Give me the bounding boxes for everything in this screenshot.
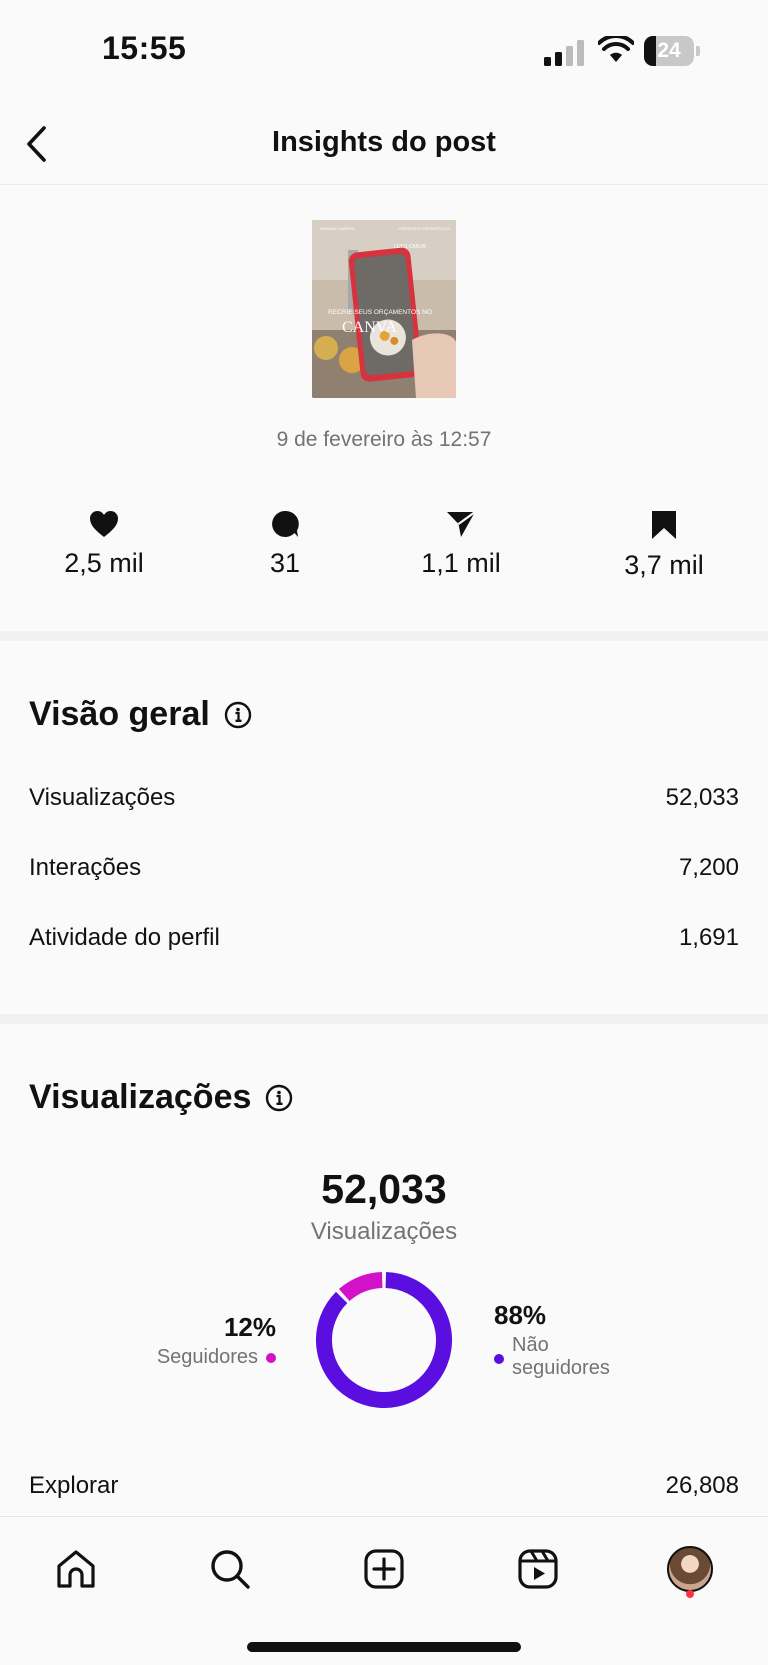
create-icon (364, 1549, 404, 1589)
section-separator (0, 631, 768, 641)
views-donut-chart (316, 1272, 452, 1408)
row-value: 7,200 (678, 854, 739, 881)
section-separator (0, 1014, 768, 1024)
thumb-category: CONTEÚDO ESTRATÉGICO (398, 226, 450, 231)
row-label: Explorar (29, 1472, 119, 1499)
row-value: 26,808 (665, 1472, 739, 1499)
home-indicator (247, 1642, 521, 1652)
overview-row-profile-activity[interactable]: Atividade do perfil 1,691 (29, 924, 739, 952)
overview-row-views[interactable]: Visualizações 52,033 (29, 784, 739, 812)
row-value: 52,033 (665, 784, 739, 811)
saves-count: 3,7 mil (624, 550, 704, 580)
row-label: Interações (29, 854, 142, 881)
nonfollowers-color-dot (494, 1354, 504, 1364)
total-views-label: Visualizações (310, 1218, 458, 1245)
tab-search[interactable] (200, 1539, 260, 1599)
views-source-row-explore[interactable]: Explorar 26,808 (29, 1472, 739, 1500)
stat-shares: 1,1 mil (386, 510, 536, 579)
post-thumbnail[interactable]: ANNICIA CAMPOS CONTEÚDO ESTRATÉGICO LET'… (312, 220, 456, 398)
thumb-headline: RECRIE SEUS ORÇAMENTOS NO (328, 309, 432, 316)
stat-saves: 3,7 mil (589, 510, 739, 581)
heart-icon (90, 511, 118, 537)
thumb-author: ANNICIA CAMPOS (320, 226, 355, 231)
info-icon[interactable] (265, 1084, 293, 1112)
share-icon (447, 511, 476, 537)
views-title: Visualizações (29, 1078, 252, 1116)
cellular-signal-icon (544, 40, 584, 66)
nonfollowers-label-line1: Não (512, 1334, 549, 1356)
info-icon[interactable] (224, 701, 252, 729)
bookmark-icon (652, 511, 676, 539)
nonfollowers-legend: Não seguidores (494, 1334, 610, 1380)
status-time: 15:55 (102, 30, 187, 66)
nonfollowers-label-line2: seguidores (512, 1357, 610, 1379)
header-divider (0, 184, 768, 185)
page-title: Insights do post (272, 126, 496, 158)
nonfollowers-percentage: 88% (494, 1300, 547, 1330)
battery-icon: 24 (644, 36, 700, 66)
thumb-tag: LET'S CANVA (394, 244, 426, 250)
donut-segment-followers (338, 1272, 383, 1302)
tab-create[interactable] (354, 1539, 414, 1599)
overview-section-title: Visão geral (29, 695, 252, 734)
stat-comments: 31 (210, 510, 360, 579)
likes-count: 2,5 mil (64, 548, 144, 578)
followers-label: Seguidores (156, 1346, 258, 1368)
profile-notification-dot (686, 1590, 694, 1598)
shares-count: 1,1 mil (421, 548, 501, 578)
profile-avatar (667, 1546, 713, 1592)
row-label: Atividade do perfil (29, 924, 220, 951)
overview-title: Visão geral (29, 695, 210, 733)
tab-reels[interactable] (508, 1539, 568, 1599)
wifi-icon (598, 36, 634, 62)
stat-likes: 2,5 mil (29, 510, 179, 579)
donut-segment-nonfollowers (316, 1272, 452, 1408)
row-value: 1,691 (678, 924, 739, 951)
total-views: 52,033 (321, 1166, 447, 1212)
tab-home[interactable] (46, 1539, 106, 1599)
post-date: 9 de fevereiro às 12:57 (276, 428, 492, 451)
reels-icon (518, 1549, 558, 1589)
overview-row-interactions[interactable]: Interações 7,200 (29, 854, 739, 882)
followers-legend: Seguidores (130, 1346, 276, 1369)
search-icon (211, 1550, 250, 1589)
comments-count: 31 (269, 548, 301, 578)
thumb-brand: CANVA (342, 319, 397, 336)
followers-color-dot (266, 1352, 276, 1363)
followers-percentage: 12% (223, 1312, 276, 1342)
comment-icon (272, 510, 299, 537)
home-icon (57, 1550, 95, 1588)
row-label: Visualizações (29, 784, 176, 811)
battery-level: 24 (657, 39, 681, 62)
views-section-title: Visualizações (29, 1078, 293, 1117)
